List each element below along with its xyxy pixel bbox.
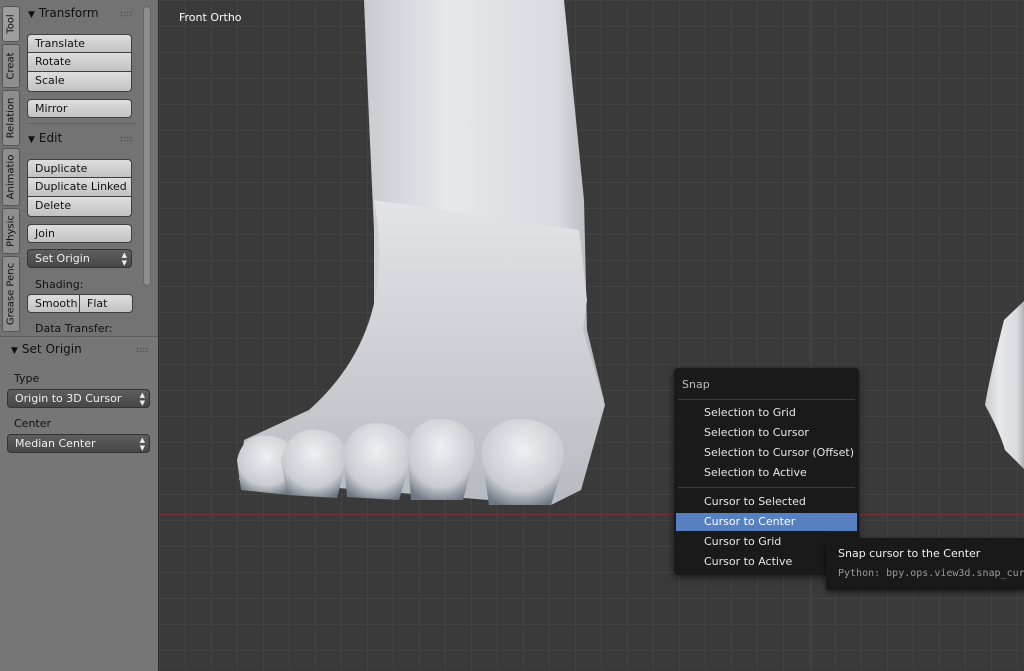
set-origin-dropdown-label: Set Origin	[35, 252, 90, 265]
drag-grip-icon[interactable]	[120, 136, 132, 142]
tooltip: Snap cursor to the Center Python: bpy.op…	[826, 538, 1024, 590]
scale-button[interactable]: Scale	[27, 72, 132, 92]
menu-item-cursor-to-selected[interactable]: Cursor to Selected	[676, 493, 857, 511]
menu-separator	[678, 487, 855, 488]
rotate-button[interactable]: Rotate	[27, 53, 132, 72]
updown-arrows-icon: ▲ ▼	[121, 251, 127, 267]
tool-shelf-tabs: Tool Creat Relation Animatio Physic Grea…	[0, 0, 23, 336]
tab-animation[interactable]: Animatio	[2, 148, 20, 206]
view-name-label: Front Ortho	[179, 11, 242, 24]
operator-panel: ▼ Set Origin Type Origin to 3D Cursor ▲ ▼ …	[0, 336, 158, 671]
menu-item-selection-to-active[interactable]: Selection to Active	[676, 464, 857, 482]
center-value: Median Center	[15, 437, 96, 450]
center-label: Center	[14, 417, 52, 430]
updown-arrows-icon: ▲ ▼	[139, 436, 145, 452]
tab-tool[interactable]: Tool	[2, 6, 20, 42]
operator-panel-header[interactable]: ▼ Set Origin	[11, 339, 82, 359]
menu-separator	[678, 399, 855, 400]
tab-grease-pencil-label: Grease Penc	[5, 262, 17, 326]
menu-item-selection-to-cursor[interactable]: Selection to Cursor	[676, 424, 857, 442]
duplicate-button[interactable]: Duplicate	[27, 159, 132, 178]
shading-label: Shading:	[35, 278, 84, 291]
duplicate-linked-button[interactable]: Duplicate Linked	[27, 178, 132, 197]
join-button[interactable]: Join	[27, 224, 132, 243]
delete-button[interactable]: Delete	[27, 197, 132, 217]
mirror-button[interactable]: Mirror	[27, 99, 132, 118]
flat-shading-button[interactable]: Flat	[80, 294, 133, 313]
translate-button[interactable]: Translate	[27, 34, 132, 53]
panel-divider	[26, 123, 136, 124]
smooth-shading-button[interactable]: Smooth	[27, 294, 80, 313]
transform-panel-header[interactable]: ▼ Transform	[28, 3, 99, 23]
transform-panel-title: Transform	[38, 6, 99, 20]
tooltip-python-path: Python: bpy.ops.view3d.snap_cursor_to_ce…	[838, 568, 1024, 579]
edit-panel-title: Edit	[38, 131, 63, 145]
edit-panel-header[interactable]: ▼ Edit	[28, 128, 62, 148]
collapse-triangle-icon: ▼	[11, 346, 18, 356]
tab-tool-label: Tool	[5, 14, 17, 34]
drag-grip-icon[interactable]	[120, 11, 132, 17]
tab-physics-label: Physic	[5, 215, 17, 247]
operator-panel-title: Set Origin	[21, 342, 82, 356]
origin-type-value: Origin to 3D Cursor	[15, 392, 122, 405]
tool-shelf-scrollbar[interactable]	[143, 6, 151, 286]
tab-animation-label: Animatio	[5, 154, 17, 200]
menu-item-cursor-to-center[interactable]: Cursor to Center	[676, 513, 857, 531]
set-origin-dropdown[interactable]: Set Origin ▲ ▼	[27, 249, 132, 268]
tooltip-title: Snap cursor to the Center	[838, 547, 981, 560]
data-transfer-label: Data Transfer:	[35, 322, 113, 335]
collapse-triangle-icon: ▼	[28, 135, 35, 145]
tab-relations-label: Relation	[5, 97, 17, 139]
menu-item-selection-to-grid[interactable]: Selection to Grid	[676, 404, 857, 422]
tab-physics[interactable]: Physic	[2, 208, 20, 254]
collapse-triangle-icon: ▼	[28, 10, 35, 20]
center-dropdown[interactable]: Median Center ▲ ▼	[7, 434, 150, 453]
tab-create-label: Creat	[5, 52, 17, 80]
tab-grease-pencil[interactable]: Grease Penc	[2, 256, 20, 332]
menu-item-selection-to-cursor-offset[interactable]: Selection to Cursor (Offset)	[676, 444, 857, 462]
tab-create[interactable]: Creat	[2, 44, 20, 88]
snap-menu-title: Snap	[682, 378, 710, 391]
type-label: Type	[14, 372, 40, 385]
tab-relations[interactable]: Relation	[2, 90, 20, 146]
drag-grip-icon[interactable]	[136, 347, 148, 353]
origin-type-dropdown[interactable]: Origin to 3D Cursor ▲ ▼	[7, 389, 150, 408]
updown-arrows-icon: ▲ ▼	[139, 391, 145, 407]
